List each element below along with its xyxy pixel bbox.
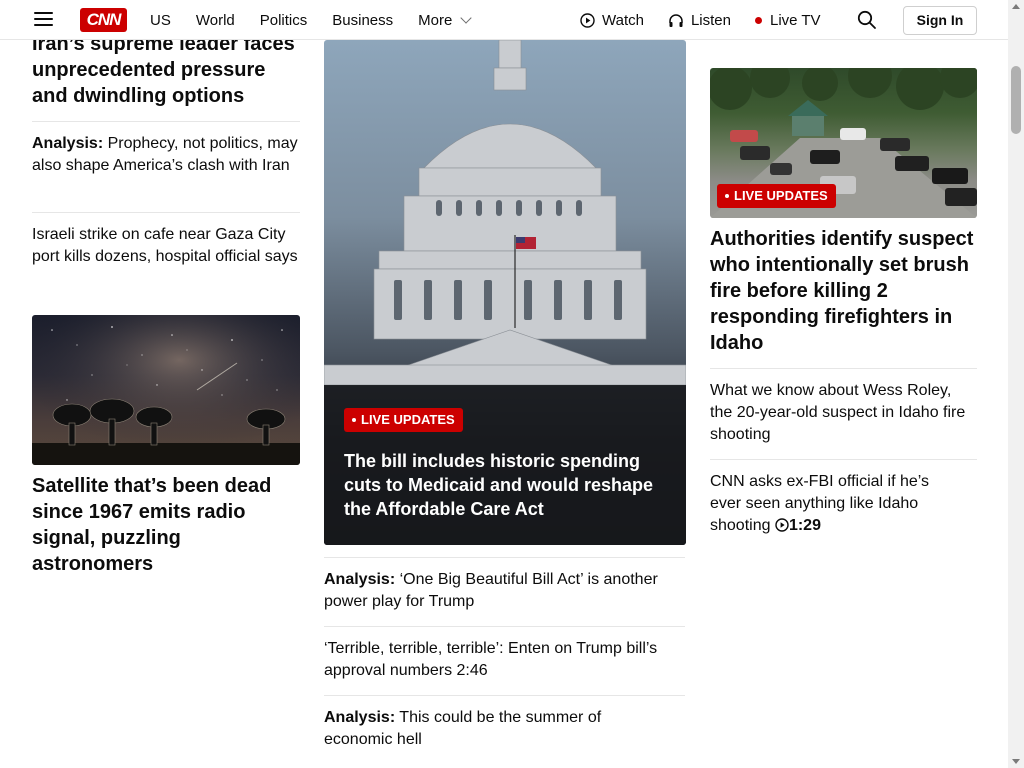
- headphones-icon: [668, 13, 684, 28]
- live-updates-badge: LIVE UPDATES: [344, 408, 463, 432]
- live-updates-badge: LIVE UPDATES: [717, 184, 836, 208]
- live-tv-label: Live TV: [769, 11, 821, 29]
- iran-prophecy-story[interactable]: Analysis: Prophecy, not politics, may al…: [32, 133, 300, 177]
- live-tv-link[interactable]: Live TV: [754, 11, 821, 29]
- divider: [710, 459, 977, 460]
- divider: [324, 557, 685, 558]
- page-scrollbar[interactable]: [1008, 0, 1024, 768]
- divider: [710, 368, 977, 369]
- analysis-label: Analysis:: [32, 135, 104, 152]
- nav-more-label: More: [418, 11, 453, 29]
- sign-in-button[interactable]: Sign In: [903, 6, 977, 35]
- menu-icon[interactable]: [34, 12, 53, 26]
- scroll-up-icon[interactable]: [1012, 4, 1020, 9]
- play-circle-icon: [580, 12, 595, 28]
- enten-approval-story[interactable]: ‘Terrible, terrible, terrible’: Enten on…: [324, 638, 674, 682]
- live-dot-icon: [754, 16, 762, 24]
- watch-label: Watch: [602, 11, 644, 29]
- main-nav: US World Politics Business More: [150, 0, 495, 40]
- idaho-suspect-headline[interactable]: Authorities identify suspect who intenti…: [710, 226, 977, 356]
- nav-us[interactable]: US: [150, 12, 171, 29]
- ex-fbi-official-story[interactable]: CNN asks ex-FBI official if he’s ever se…: [710, 471, 960, 537]
- play-circle-icon: [775, 518, 789, 532]
- video-duration: 1:29: [788, 517, 821, 534]
- nav-politics[interactable]: Politics: [260, 12, 308, 29]
- satellite-dishes-image[interactable]: [32, 315, 300, 465]
- big-beautiful-bill-story[interactable]: Analysis: ‘One Big Beautiful Bill Act’ i…: [324, 569, 664, 613]
- search-icon[interactable]: [857, 10, 877, 35]
- divider: [32, 121, 300, 122]
- gaza-strike-story[interactable]: Israeli strike on cafe near Gaza City po…: [32, 224, 300, 268]
- capitol-lead-card[interactable]: LIVE UPDATES The bill includes historic …: [324, 40, 686, 545]
- header-actions: Watch Listen Live TV: [580, 0, 845, 40]
- scroll-down-icon[interactable]: [1012, 759, 1020, 764]
- analysis-label: Analysis:: [324, 709, 396, 726]
- watch-link[interactable]: Watch: [580, 12, 644, 29]
- satellite-headline[interactable]: Satellite that’s been dead since 1967 em…: [32, 473, 300, 577]
- listen-link[interactable]: Listen: [668, 12, 731, 29]
- listen-label: Listen: [690, 11, 731, 29]
- badge-label: LIVE UPDATES: [361, 412, 455, 427]
- analysis-label: Analysis:: [324, 571, 396, 588]
- iran-leader-headline[interactable]: Iran’s supreme leader faces unprecedente…: [32, 31, 300, 109]
- cnn-logo[interactable]: CNN: [80, 8, 127, 32]
- live-dot-icon: [352, 418, 356, 422]
- medicaid-bill-headline[interactable]: The bill includes historic spending cuts…: [344, 449, 666, 521]
- badge-label: LIVE UPDATES: [734, 188, 828, 203]
- nav-world[interactable]: World: [196, 12, 235, 29]
- live-dot-icon: [725, 194, 729, 198]
- summer-economic-story[interactable]: Analysis: This could be the summer of ec…: [324, 707, 664, 751]
- nav-business[interactable]: Business: [332, 12, 393, 29]
- divider: [324, 695, 685, 696]
- nav-more[interactable]: More: [418, 11, 472, 29]
- chevron-down-icon: [460, 11, 472, 24]
- divider: [32, 212, 300, 213]
- scroll-thumb[interactable]: [1011, 66, 1021, 134]
- idaho-scene-image[interactable]: LIVE UPDATES: [710, 68, 977, 218]
- divider: [324, 626, 685, 627]
- wess-roley-story[interactable]: What we know about Wess Roley, the 20-ye…: [710, 380, 977, 446]
- site-header: CNN US World Politics Business More Watc…: [0, 0, 1008, 40]
